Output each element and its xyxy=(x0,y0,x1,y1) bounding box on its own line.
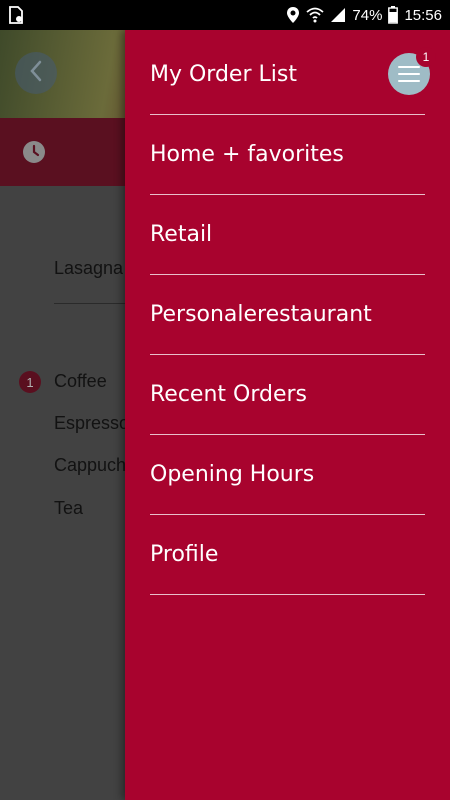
menu-item-label: Recent Orders xyxy=(150,382,308,407)
menu-item-label: Home + favorites xyxy=(150,142,344,167)
quantity-badge: 1 xyxy=(19,371,41,393)
menu-item-opening-hours[interactable]: Opening Hours xyxy=(150,435,425,515)
navigation-drawer: My Order List Home + favorites Retail Pe… xyxy=(125,30,450,800)
menu-item-personalerestaurant[interactable]: Personalerestaurant xyxy=(150,275,425,355)
cart-count-badge: 1 xyxy=(416,47,436,67)
menu-item-my-order-list[interactable]: My Order List xyxy=(150,35,425,115)
menu-item-recent-orders[interactable]: Recent Orders xyxy=(150,355,425,435)
back-button[interactable] xyxy=(15,52,57,94)
menu-item-retail[interactable]: Retail xyxy=(150,195,425,275)
status-bar: 74% 15:56 xyxy=(0,0,450,30)
location-icon xyxy=(286,6,300,24)
menu-button[interactable]: 1 xyxy=(388,47,436,95)
clock-icon xyxy=(22,140,46,164)
menu-item-label: Opening Hours xyxy=(150,462,315,487)
menu-item-profile[interactable]: Profile xyxy=(150,515,425,595)
battery-percent: 74% xyxy=(352,6,383,24)
list-item: Espresso xyxy=(54,413,130,433)
signal-icon xyxy=(330,7,346,23)
list-item: Coffee xyxy=(54,371,107,391)
wifi-icon xyxy=(306,7,325,23)
list-item: Tea xyxy=(54,498,84,518)
menu-item-label: My Order List xyxy=(150,62,297,87)
sim-card-icon xyxy=(8,6,24,24)
menu-item-label: Retail xyxy=(150,222,213,247)
divider xyxy=(54,303,134,304)
battery-icon xyxy=(388,6,399,24)
hamburger-icon xyxy=(398,66,420,82)
menu-item-label: Profile xyxy=(150,542,219,567)
clock-time: 15:56 xyxy=(404,6,442,24)
list-item: Lasagna xyxy=(54,258,124,278)
list-item: Cappuch xyxy=(54,455,127,475)
chevron-left-icon xyxy=(28,60,44,86)
menu-item-home-favorites[interactable]: Home + favorites xyxy=(150,115,425,195)
menu-item-label: Personalerestaurant xyxy=(150,302,372,327)
